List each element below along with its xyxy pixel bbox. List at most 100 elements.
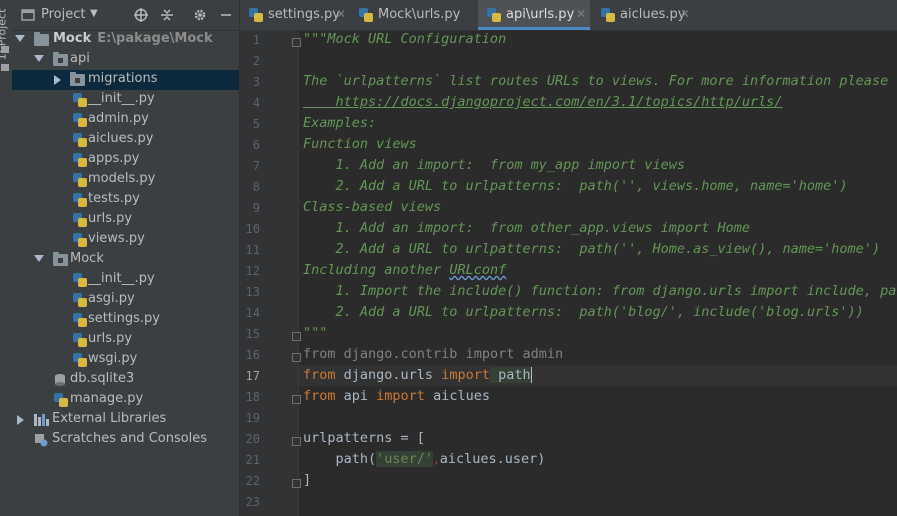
tree-item-file[interactable]: db.sqlite3 [12,370,239,390]
python-file-icon [73,193,87,207]
tree-item-label: urls.py [88,211,133,226]
project-view-icon[interactable] [21,8,35,22]
tree-item-file[interactable]: asgi.py [12,290,239,310]
python-file-icon [487,8,501,22]
line-number: 5 [252,117,260,131]
minimize-icon[interactable] [219,8,233,22]
tree-item-mock-root[interactable]: Mock E:\pakage\Mock [12,30,239,50]
tree-item-label: Scratches and Consoles [52,431,208,446]
code-line: 2. Add a URL to urlpatterns: path('', vi… [303,178,848,194]
tab-mock-urls-py[interactable]: Mock\urls.py ✕ [350,0,584,30]
line-number: 22 [245,474,260,488]
tab-api-urls-py[interactable]: api\urls.py ✕ [478,0,590,30]
expand-arrow-icon[interactable] [15,35,25,42]
tree-item-file[interactable]: urls.py [12,210,239,230]
library-icon [34,414,49,426]
code-line: path('user/',aiclues.user) [303,451,546,467]
line-number: 7 [252,159,260,173]
line-number: 19 [245,411,260,425]
line-number: 15 [245,327,260,341]
tab-settings-py[interactable]: settings.py ✕ [240,0,348,30]
line-number-current: 17 [245,369,260,383]
tool-icon[interactable] [1,64,9,71]
expand-arrow-icon[interactable] [54,75,61,85]
python-file-icon [73,213,87,227]
python-file-icon [73,113,87,127]
expand-arrow-icon[interactable] [34,55,44,62]
tab-label: aiclues.py [620,7,686,22]
tree-item-label: Mock [70,251,104,266]
expand-arrow-icon[interactable] [17,415,24,425]
code-line: 2. Add a URL to urlpatterns: path('blog/… [303,304,864,320]
chevron-down-icon[interactable]: ▼ [90,8,98,19]
python-file-icon [73,133,87,147]
code-line: """Mock URL Configuration [303,31,507,47]
tree-item-label: wsgi.py [88,351,138,366]
line-number: 4 [252,96,260,110]
python-file-icon [73,273,87,287]
gear-icon[interactable] [193,8,207,22]
project-panel: Project ▼ Mock E:\pakage\Mock api migrat… [12,0,240,516]
tree-item-file[interactable]: views.py [12,230,239,250]
editor-tab-bar: settings.py ✕ Mock\urls.py ✕ api\urls.py… [240,0,897,31]
tree-item-file[interactable]: __init__.py [12,90,239,110]
tree-item-file[interactable]: __init__.py [12,270,239,290]
python-file-icon [601,8,615,22]
line-number: 23 [245,495,260,509]
python-file-icon [249,8,263,22]
project-panel-title[interactable]: Project [41,7,85,22]
tree-item-api[interactable]: api [12,50,239,70]
code-line: """ [303,325,328,341]
tree-item-label: settings.py [88,311,160,326]
tool-icon[interactable] [1,46,9,53]
tree-item-label: models.py [88,171,156,186]
tree-item-label: tests.py [88,191,140,206]
line-number: 20 [245,432,260,446]
scratches-icon [35,434,48,447]
tree-item-label: manage.py [70,391,144,406]
tab-label: api\urls.py [506,7,575,22]
tree-item-file[interactable]: tests.py [12,190,239,210]
tree-item-file[interactable]: urls.py [12,330,239,350]
project-tool-button[interactable]: 1: Project [0,6,10,66]
line-number: 8 [252,180,260,194]
tree-item-external-libraries[interactable]: External Libraries [12,410,239,430]
line-number: 6 [252,138,260,152]
tree-item-file[interactable]: apps.py [12,150,239,170]
tree-item-migrations[interactable]: migrations [12,70,239,90]
code-line: 2. Add a URL to urlpatterns: path('', Ho… [303,241,881,257]
tree-item-label: urls.py [88,331,133,346]
close-icon[interactable]: ✕ [576,7,586,21]
line-number: 1 [252,33,260,47]
tree-item-label: views.py [88,231,145,246]
code-line-url[interactable]: https://docs.djangoproject.com/en/3.1/to… [303,92,783,113]
code-line: Examples: [303,115,377,131]
python-file-icon [73,313,87,327]
line-number: 21 [245,453,260,467]
tree-item-scratches[interactable]: Scratches and Consoles [12,430,239,450]
tree-item-file[interactable]: settings.py [12,310,239,330]
tab-aiclues-py[interactable]: aiclues.py ✕ [592,0,700,30]
collapse-icon[interactable] [160,8,174,22]
line-number-gutter[interactable]: 1 2 3 4 5 6 7 8 9 10 11 12 13 14 15 16 1… [240,31,301,516]
globe-icon[interactable] [134,8,148,22]
close-icon[interactable]: ✕ [680,7,690,21]
expand-arrow-icon[interactable] [34,255,44,262]
tree-item-label: __init__.py [88,271,155,286]
text-cursor [530,367,532,383]
code-line: Including another URLconf [303,262,507,278]
tree-item-mock-package[interactable]: Mock [12,250,239,270]
line-number: 12 [245,264,260,278]
tree-item-file[interactable]: aiclues.py [12,130,239,150]
tree-item-file[interactable]: wsgi.py [12,350,239,370]
code-editor[interactable]: """Mock URL Configuration The `urlpatter… [299,31,897,516]
line-number: 3 [252,75,260,89]
tree-item-label: apps.py [88,151,140,166]
tree-item-file[interactable]: manage.py [12,390,239,410]
python-file-icon [73,153,87,167]
close-icon[interactable]: ✕ [336,7,346,21]
code-line: Function views [303,136,417,152]
project-panel-header: Project ▼ [12,0,239,31]
tree-item-file[interactable]: admin.py [12,110,239,130]
tree-item-file[interactable]: models.py [12,170,239,190]
